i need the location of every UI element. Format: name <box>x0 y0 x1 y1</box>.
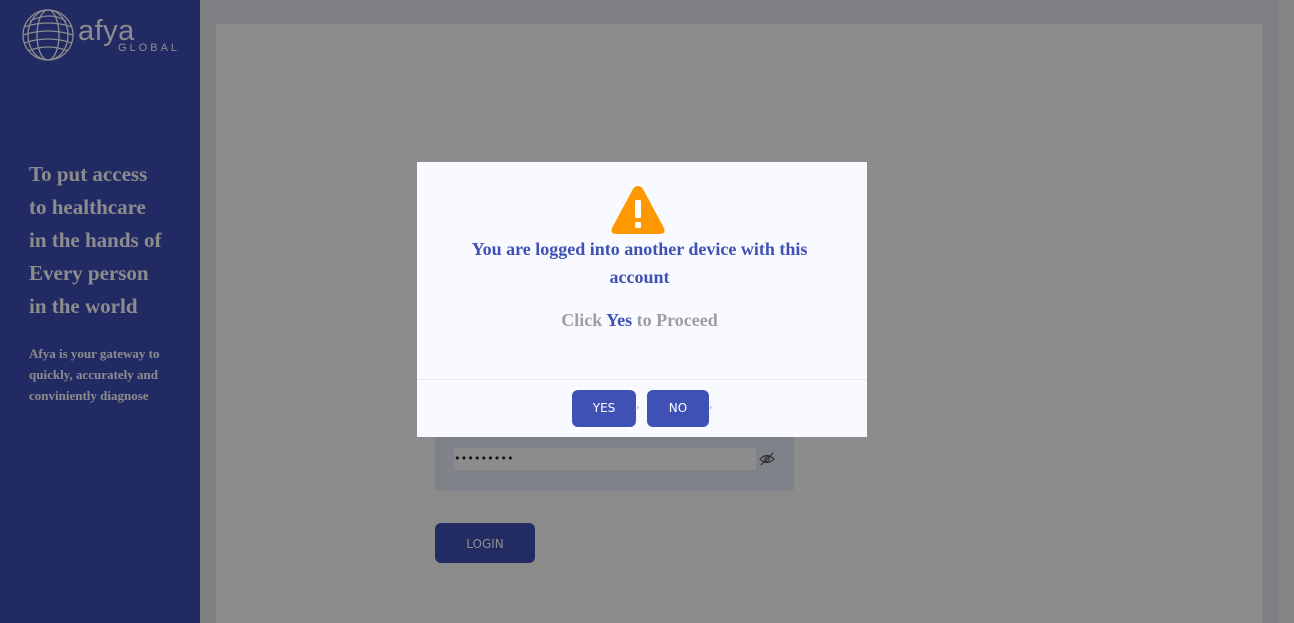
yes-button[interactable]: YES <box>572 390 636 427</box>
message-highlight: Yes <box>606 310 633 330</box>
dialog-message: Click Yes to Proceed <box>417 310 862 331</box>
message-prefix: Click <box>561 310 607 330</box>
no-button[interactable]: NO <box>647 390 709 427</box>
message-suffix: to Proceed <box>632 310 718 330</box>
session-conflict-dialog: You are logged into another device with … <box>417 162 867 437</box>
button-separator: , <box>709 398 713 411</box>
warning-triangle-icon <box>611 186 665 234</box>
dialog-divider <box>417 379 867 380</box>
button-separator: , <box>636 398 640 411</box>
dialog-title: You are logged into another device with … <box>471 239 808 287</box>
